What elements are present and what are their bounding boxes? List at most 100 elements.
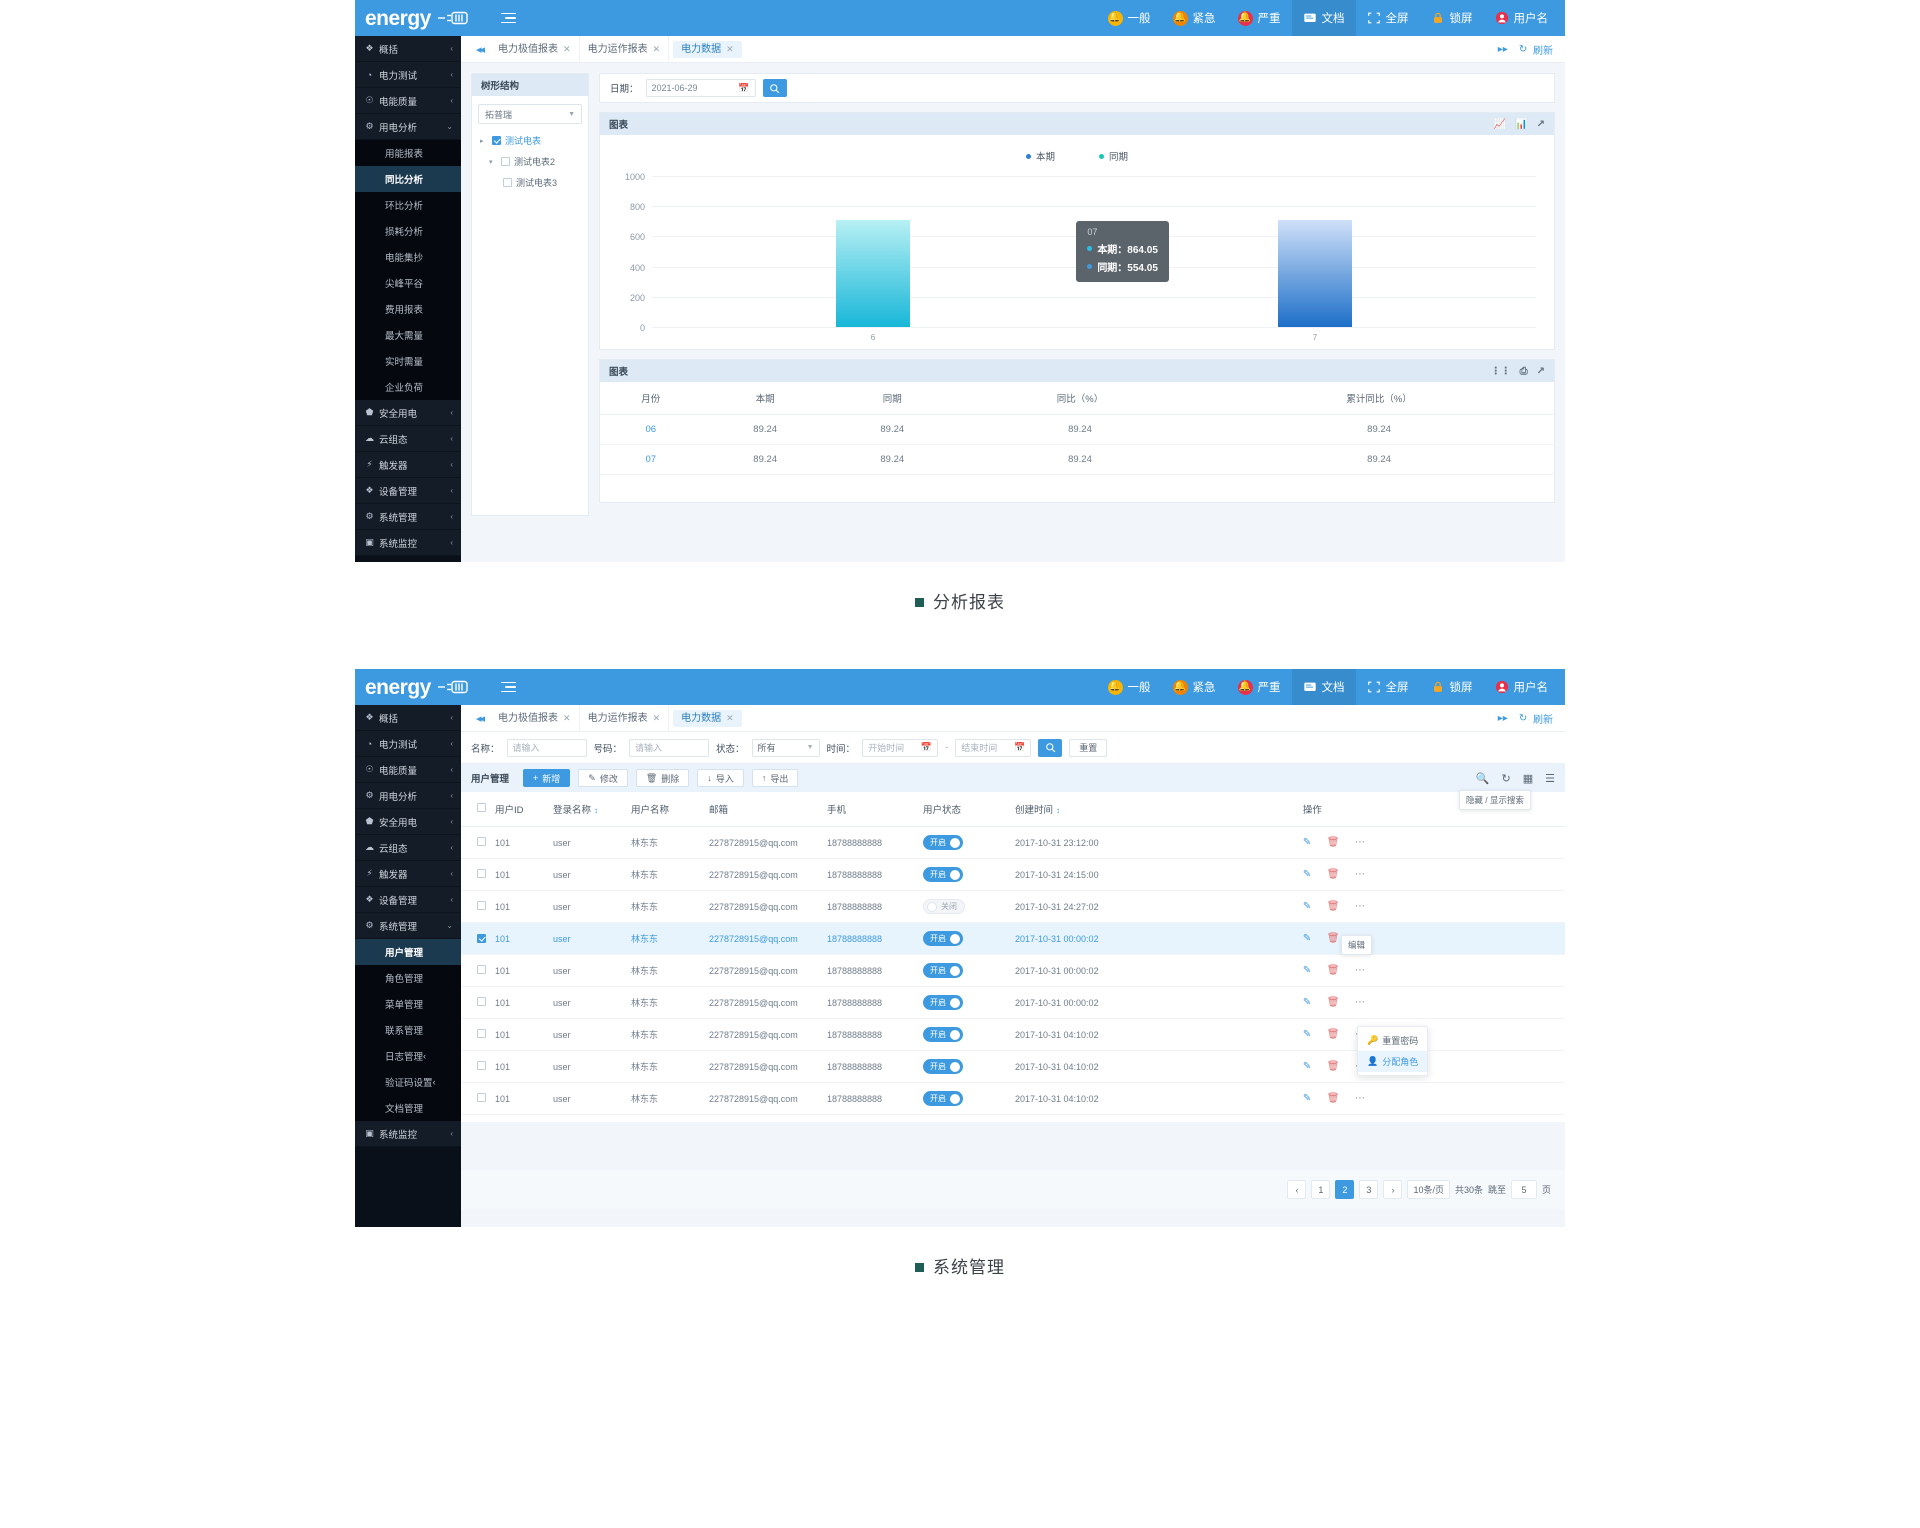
row-checkbox[interactable] xyxy=(477,965,486,974)
sidebar-subitem-7[interactable]: 最大需量 xyxy=(355,322,461,348)
bar-7[interactable] xyxy=(1278,219,1352,327)
col-header-4[interactable]: 累计同比（%） xyxy=(1204,382,1554,415)
table-row[interactable]: 101 user 林东东 2278728915@qq.com 187888888… xyxy=(461,826,1565,859)
col-header-2[interactable]: 同期 xyxy=(828,382,956,415)
table-row[interactable]: 101 user 林东东 2278728915@qq.com 187888888… xyxy=(461,954,1565,987)
reset-button[interactable]: 重置 xyxy=(1069,738,1108,757)
tab-operation-report[interactable]: 电力运作报表 ✕ xyxy=(580,704,670,732)
cell-month[interactable]: 07 xyxy=(600,444,702,475)
columns-icon[interactable]: ▦ xyxy=(1523,772,1533,785)
cell-select[interactable] xyxy=(461,858,495,891)
document-button[interactable]: 文档 xyxy=(1291,669,1356,705)
tabs-scroll-right-icon[interactable]: ▸▸ xyxy=(1498,44,1508,55)
sidebar-item-4[interactable]: ⬟ 安全用电 ‹ xyxy=(355,809,461,835)
delete-row-icon[interactable]: 🗑 xyxy=(1327,837,1340,848)
cell-status[interactable]: 开启 xyxy=(923,826,1015,859)
row-checkbox[interactable] xyxy=(477,869,486,878)
sidebar-subitem-9[interactable]: 企业负荷 xyxy=(355,374,461,400)
more-actions-icon[interactable]: ⋯ xyxy=(1355,997,1366,1008)
edit-row-icon[interactable]: ✎ xyxy=(1303,869,1311,880)
number-input[interactable]: 请输入 xyxy=(629,738,710,757)
sidebar-item-5[interactable]: ☁ 云组态 ‹ xyxy=(355,835,461,861)
row-checkbox[interactable] xyxy=(477,1093,486,1102)
bar-chart-icon[interactable]: 📊 xyxy=(1515,119,1527,130)
date-input[interactable]: 2021-06-29 📅 xyxy=(645,79,756,97)
tree-node-meter-3[interactable]: 测试电表3 xyxy=(472,172,588,193)
cell-select[interactable] xyxy=(461,1050,495,1083)
delete-row-icon[interactable]: 🗑 xyxy=(1327,901,1340,912)
cell-status[interactable]: 开启 xyxy=(923,922,1015,955)
sidebar-item-after-3[interactable]: ❖ 设备管理 ‹ xyxy=(355,478,461,504)
lockscreen-button[interactable]: 锁屏 xyxy=(1420,669,1484,705)
document-button[interactable]: 文档 xyxy=(1291,0,1356,36)
page-button-3[interactable]: 3 xyxy=(1359,1180,1379,1199)
page-size-select[interactable]: 10条/页 xyxy=(1407,1180,1450,1199)
sidebar-subitem-1[interactable]: 角色管理 xyxy=(355,965,461,991)
table-row[interactable]: 06 89.24 89.24 89.24 89.24 xyxy=(600,414,1554,445)
fullscreen-button[interactable]: 全屏 xyxy=(1356,669,1420,705)
more-actions-icon[interactable]: ⋯ xyxy=(1355,1093,1366,1104)
import-button[interactable]: ↓ 导入 xyxy=(697,769,744,787)
page-button-1[interactable]: 1 xyxy=(1311,1180,1331,1199)
prev-page-button[interactable]: ‹ xyxy=(1287,1180,1307,1199)
status-toggle[interactable]: 关闭 xyxy=(923,899,965,914)
cell-status[interactable]: 开启 xyxy=(923,986,1015,1019)
more-actions-icon[interactable]: ⋯ xyxy=(1355,837,1366,848)
edit-row-icon[interactable]: ✎ xyxy=(1303,1093,1311,1104)
chevron-down-icon[interactable]: ▾ xyxy=(489,158,497,166)
tree-node-meter-2[interactable]: ▾ 测试电表2 xyxy=(472,151,588,172)
alert-severe-button[interactable]: 🔔 严重 xyxy=(1227,0,1292,36)
more-actions-icon[interactable]: ⋯ xyxy=(1355,965,1366,976)
sidebar-subitem-6[interactable]: 费用报表 xyxy=(355,296,461,322)
search-icon[interactable]: 🔍 xyxy=(1476,772,1490,785)
tree-checkbox[interactable] xyxy=(492,136,501,145)
refresh-button[interactable]: ↻ 刷新 xyxy=(1519,42,1553,57)
close-icon[interactable]: ✕ xyxy=(726,713,734,723)
status-toggle[interactable]: 开启 xyxy=(923,963,963,978)
menu-toggle-button[interactable] xyxy=(501,12,516,24)
cell-select[interactable] xyxy=(461,922,495,955)
sidebar-item-after-2[interactable]: ⚡ 触发器 ‹ xyxy=(355,452,461,478)
row-checkbox[interactable] xyxy=(477,934,486,943)
col-header-0[interactable]: 月份 xyxy=(600,382,702,415)
alert-urgent-button[interactable]: 🔔 紧急 xyxy=(1162,669,1227,705)
sort-icon[interactable]: ↕ xyxy=(1056,806,1060,815)
tab-power-data[interactable]: 电力数据 ✕ xyxy=(673,40,742,58)
sidebar-item-after-0[interactable]: ▣ 系统监控 ‹ xyxy=(355,1121,461,1147)
col-header-1[interactable]: 本期 xyxy=(701,382,829,415)
delete-row-icon[interactable]: 🗑 xyxy=(1327,1029,1340,1040)
status-toggle[interactable]: 开启 xyxy=(923,995,963,1010)
more-actions-icon[interactable]: ⋯ xyxy=(1355,869,1366,880)
delete-row-icon[interactable]: 🗑 xyxy=(1327,933,1340,944)
col-header-id[interactable]: 用户ID xyxy=(495,792,553,827)
status-toggle[interactable]: 开启 xyxy=(923,1027,963,1042)
status-toggle[interactable]: 开启 xyxy=(923,1059,963,1074)
print-icon[interactable]: ⎙ xyxy=(1520,366,1528,377)
cell-status[interactable]: 开启 xyxy=(923,858,1015,891)
tabs-scroll-left-icon[interactable]: ◂◂ xyxy=(469,43,490,56)
table-row[interactable]: 101 user 林东东 2278728915@qq.com 187888888… xyxy=(461,922,1565,955)
sidebar-item-8[interactable]: ⚙ 系统管理 ⌄ xyxy=(355,913,461,939)
delete-row-icon[interactable]: 🗑 xyxy=(1327,869,1340,880)
time-end-input[interactable]: 结束时间 📅 xyxy=(955,738,1032,757)
table-row[interactable]: 101 user 林东东 2278728915@qq.com 187888888… xyxy=(461,986,1565,1019)
menu-toggle-button[interactable] xyxy=(501,681,516,693)
tab-extreme-report[interactable]: 电力极值报表 ✕ xyxy=(490,35,580,63)
sidebar-item-1[interactable]: ◔ 电力测试 ‹ xyxy=(355,731,461,757)
col-header-status[interactable]: 用户状态 xyxy=(923,792,1015,827)
sidebar-subitem-4[interactable]: 电能集抄 xyxy=(355,244,461,270)
sidebar-item-after-4[interactable]: ⚙ 系统管理 ‹ xyxy=(355,504,461,530)
sidebar-subitem-0[interactable]: 用能报表 xyxy=(355,140,461,166)
assign-role-menu-item[interactable]: 👤 分配角色 xyxy=(1358,1051,1428,1072)
cell-status[interactable]: 开启 xyxy=(923,954,1015,987)
col-header-email[interactable]: 邮箱 xyxy=(709,792,827,827)
row-checkbox[interactable] xyxy=(477,1029,486,1038)
sidebar-item-0[interactable]: ❖ 概括 ‹ xyxy=(355,36,461,62)
tab-operation-report[interactable]: 电力运作报表 ✕ xyxy=(580,35,670,63)
sidebar-item-7[interactable]: ❖ 设备管理 ‹ xyxy=(355,887,461,913)
sidebar-item-0[interactable]: ❖ 概括 ‹ xyxy=(355,705,461,731)
row-checkbox[interactable] xyxy=(477,1061,486,1070)
table-row[interactable]: 07 89.24 89.24 89.24 89.24 xyxy=(600,444,1554,475)
line-chart-icon[interactable]: 📈 xyxy=(1494,119,1506,130)
export-icon[interactable]: ↗ xyxy=(1537,366,1545,377)
